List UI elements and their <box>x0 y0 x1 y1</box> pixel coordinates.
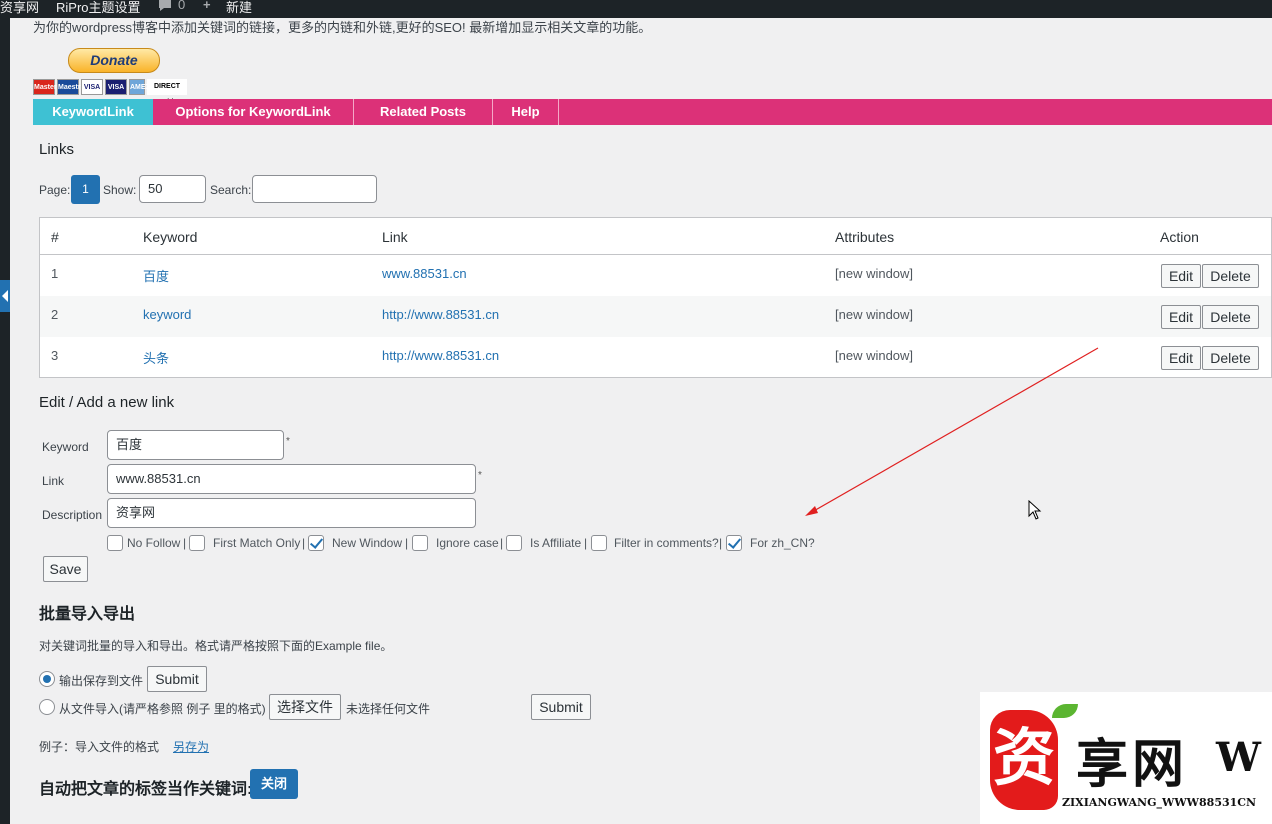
watermark-suffix: W <box>1216 734 1261 781</box>
watermark-text: 享网 <box>1076 734 1189 795</box>
watermark-logo: 资 享网 W ZIXIANGWANG_WWW88531CN <box>980 692 1272 824</box>
mouse-cursor-icon <box>1028 500 1042 520</box>
watermark-mark: 资 <box>990 710 1058 810</box>
leaf-icon <box>1052 704 1078 718</box>
watermark-subtitle: ZIXIANGWANG_WWW88531CN <box>1062 796 1257 809</box>
